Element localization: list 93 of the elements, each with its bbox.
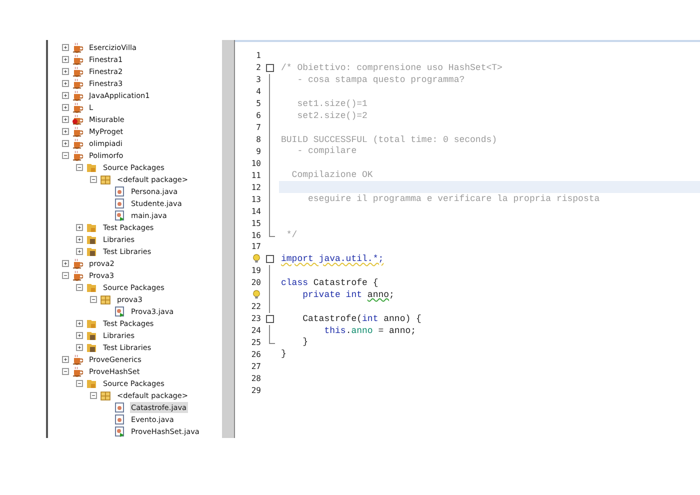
package-icon xyxy=(100,390,111,400)
line-number: 9 xyxy=(256,146,261,156)
line-number: 3 xyxy=(256,75,261,84)
lightbulb-icon[interactable] xyxy=(252,290,261,300)
fold-icon[interactable] xyxy=(266,314,274,323)
line-number: 4 xyxy=(256,87,261,96)
code-line: */ xyxy=(285,230,298,240)
expand-icon[interactable] xyxy=(62,92,69,98)
expand-icon[interactable] xyxy=(62,260,69,266)
line-number: 26 xyxy=(251,350,261,359)
code-line: set2.size()=2 xyxy=(296,110,368,121)
line-number: 11 xyxy=(251,170,261,180)
line-number: 27 xyxy=(251,362,261,371)
line-number: 13 xyxy=(251,194,261,204)
code-line: BUILD SUCCESSFUL (total time: 0 seconds) xyxy=(281,134,498,145)
code-line: private int anno; xyxy=(302,290,394,300)
expand-icon[interactable] xyxy=(62,80,69,86)
collapse-icon[interactable] xyxy=(62,152,69,158)
line-number: 10 xyxy=(251,158,261,168)
splitter-bar[interactable] xyxy=(222,40,235,438)
line-number: 5 xyxy=(256,99,261,108)
line-number: 17 xyxy=(251,242,261,252)
expand-icon[interactable] xyxy=(62,68,69,74)
fold-icon[interactable] xyxy=(266,254,274,263)
line-number: 20 xyxy=(251,278,261,288)
expand-icon[interactable] xyxy=(62,56,69,62)
line-number: 1 xyxy=(256,51,261,60)
folder-icon xyxy=(86,282,97,292)
code-line: Catastrofe(int anno) { xyxy=(302,314,422,324)
expand-icon[interactable] xyxy=(62,104,69,110)
expand-icon[interactable] xyxy=(76,332,83,338)
expand-icon[interactable] xyxy=(76,320,83,326)
line-number: 28 xyxy=(251,374,261,383)
line-number: 7 xyxy=(256,123,261,132)
collapse-icon[interactable] xyxy=(62,368,69,374)
expand-icon[interactable] xyxy=(76,224,83,230)
code-line: class Catastrofe { xyxy=(281,278,378,288)
code-line: this.anno = anno; xyxy=(323,326,416,336)
line-number: 14 xyxy=(251,206,261,216)
folder-icon xyxy=(86,342,97,352)
code-line: set1.size()=1 xyxy=(296,98,368,109)
file-icon xyxy=(114,198,125,208)
line-number: 22 xyxy=(251,302,261,312)
folder-icon xyxy=(86,318,97,328)
code-line: eseguire il programma e verificare la propria risposta xyxy=(307,194,600,204)
collapse-icon[interactable] xyxy=(90,296,97,302)
collapse-icon[interactable] xyxy=(90,392,97,398)
folder-icon xyxy=(86,162,97,172)
line-number: 15 xyxy=(251,218,261,228)
file-icon xyxy=(114,402,125,412)
expand-icon[interactable] xyxy=(76,344,83,350)
folder-icon xyxy=(86,234,97,244)
line-number: 24 xyxy=(251,326,261,336)
code-line: /* Obiettivo: comprensione uso HashSet<T> xyxy=(281,62,502,73)
file-icon xyxy=(114,306,125,316)
line-number: 12 xyxy=(251,182,261,192)
folder-icon xyxy=(86,246,97,256)
fold-icon[interactable] xyxy=(266,64,274,72)
expand-icon[interactable] xyxy=(62,356,69,362)
expand-icon[interactable] xyxy=(62,140,69,146)
expand-icon[interactable] xyxy=(76,248,83,254)
collapse-icon[interactable] xyxy=(76,284,83,290)
code-line: } xyxy=(302,337,308,348)
expand-icon[interactable] xyxy=(62,116,69,122)
folder-icon xyxy=(86,330,97,340)
code-line: - compilare xyxy=(296,146,357,156)
file-icon xyxy=(114,210,125,220)
line-number: 23 xyxy=(251,314,261,324)
line-number: 16 xyxy=(251,230,261,240)
package-icon xyxy=(100,174,111,184)
collapse-icon[interactable] xyxy=(62,272,69,278)
line-number: 25 xyxy=(251,338,261,347)
file-icon xyxy=(114,186,125,196)
lightbulb-icon[interactable] xyxy=(252,254,261,264)
folder-icon xyxy=(86,378,97,388)
code-line: Compilazione OK xyxy=(290,170,373,180)
line-number: 6 xyxy=(256,111,261,120)
line-number: 29 xyxy=(251,386,261,395)
code-line: } xyxy=(281,349,286,360)
collapse-icon[interactable] xyxy=(90,176,97,182)
line-number: 2 xyxy=(256,63,261,72)
line-number: 8 xyxy=(256,135,261,144)
line-number: 19 xyxy=(251,266,261,276)
collapse-icon[interactable] xyxy=(76,380,83,386)
collapse-icon[interactable] xyxy=(76,164,83,170)
package-icon xyxy=(100,294,111,304)
expand-icon[interactable] xyxy=(62,128,69,134)
expand-icon[interactable] xyxy=(76,236,83,242)
file-icon xyxy=(114,414,125,424)
folder-icon xyxy=(86,222,97,232)
code-line: import java.util.*; xyxy=(281,254,384,264)
expand-icon[interactable] xyxy=(62,44,69,50)
code-line: - cosa stampa questo programma? xyxy=(296,74,465,85)
